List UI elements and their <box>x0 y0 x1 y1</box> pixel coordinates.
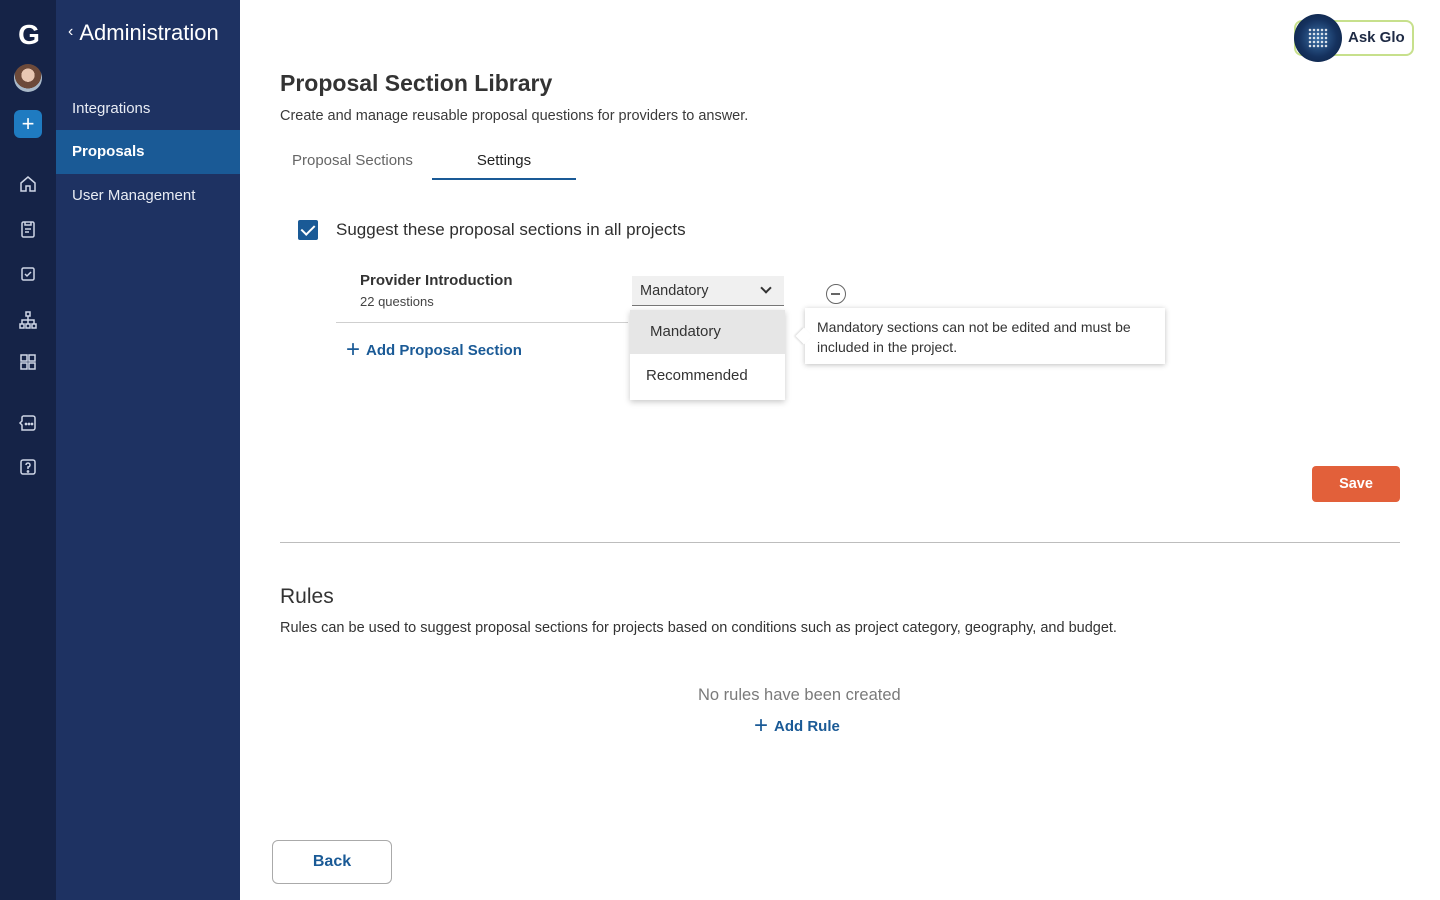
create-button[interactable]: + <box>14 110 42 138</box>
suggest-sections-checkbox[interactable] <box>298 220 318 240</box>
icon-rail: G + <box>0 0 56 900</box>
rules-empty-state: No rules have been created <box>698 686 901 704</box>
nav-item-integrations[interactable]: Integrations <box>56 87 240 131</box>
option-mandatory[interactable]: Mandatory <box>630 310 785 354</box>
grid-icon[interactable] <box>14 348 42 376</box>
tab-proposal-sections[interactable]: Proposal Sections <box>280 146 432 180</box>
avatar[interactable] <box>14 64 42 92</box>
section-question-count: 22 questions <box>360 294 434 309</box>
suggest-sections-row: Suggest these proposal sections in all p… <box>298 220 686 240</box>
ask-glo-button[interactable]: Ask Glo <box>1294 14 1414 62</box>
add-rule-label: Add Rule <box>774 717 840 735</box>
mandatory-tooltip: Mandatory sections can not be edited and… <box>805 308 1165 364</box>
page-title: Proposal Section Library <box>280 70 553 96</box>
main-content: Ask Glo Proposal Section Library Create … <box>240 0 1440 900</box>
section-separator <box>280 542 1400 543</box>
tab-settings[interactable]: Settings <box>432 146 576 180</box>
add-proposal-section-link[interactable]: + Add Proposal Section <box>346 336 522 363</box>
page-subtitle: Create and manage reusable proposal ques… <box>280 108 749 124</box>
rules-title: Rules <box>280 585 334 608</box>
help-icon[interactable] <box>14 453 42 481</box>
option-recommended[interactable]: Recommended <box>630 354 785 398</box>
nav-title: Administration <box>79 20 219 45</box>
logo[interactable]: G <box>14 20 44 50</box>
clipboard-icon[interactable] <box>14 215 42 243</box>
add-proposal-section-label: Add Proposal Section <box>366 341 522 359</box>
requirement-select[interactable]: Mandatory <box>632 276 784 306</box>
plus-icon: + <box>346 336 361 363</box>
save-button[interactable]: Save <box>1312 466 1400 502</box>
nav-item-proposals[interactable]: Proposals <box>56 130 240 174</box>
chat-icon[interactable] <box>14 409 42 437</box>
rules-subtitle: Rules can be used to suggest proposal se… <box>280 620 1117 636</box>
checkbox-icon[interactable] <box>14 260 42 288</box>
section-divider <box>336 322 628 323</box>
plus-icon: + <box>754 712 769 739</box>
tab-bar: Proposal Sections Settings <box>280 146 576 180</box>
home-icon[interactable] <box>14 170 42 198</box>
chevron-down-icon <box>760 282 772 294</box>
chevron-left-icon: ‹ <box>68 23 74 40</box>
admin-nav: ‹ Administration Integrations Proposals … <box>56 0 240 900</box>
section-name: Provider Introduction <box>360 272 513 289</box>
requirement-dropdown: Mandatory Recommended <box>630 310 785 400</box>
suggest-sections-label: Suggest these proposal sections in all p… <box>336 220 686 239</box>
ask-glo-label: Ask Glo <box>1348 29 1405 46</box>
requirement-select-value: Mandatory <box>640 283 709 299</box>
add-rule-link[interactable]: + Add Rule <box>754 712 840 739</box>
nav-back-title[interactable]: ‹ Administration <box>68 20 219 46</box>
back-button[interactable]: Back <box>272 840 392 884</box>
glo-orb-icon <box>1294 14 1342 62</box>
nav-item-user-management[interactable]: User Management <box>56 174 240 218</box>
org-chart-icon[interactable] <box>14 306 42 334</box>
remove-section-icon[interactable] <box>826 284 846 304</box>
